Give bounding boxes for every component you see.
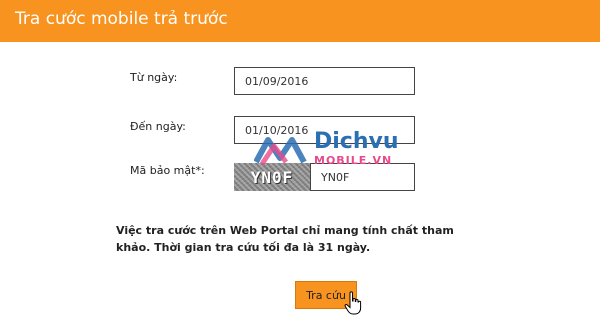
watermark-top-text: Dichvu <box>314 129 399 154</box>
from-date-label: Từ ngày: <box>130 71 178 84</box>
captcha-image-text: YN0F <box>250 167 294 187</box>
watermark-bottom-text: MOBILE.VN <box>314 154 393 167</box>
captcha-label: Mã bảo mật*: <box>130 164 205 177</box>
page-header: Tra cước mobile trả trước <box>0 0 600 42</box>
to-date-label: Đến ngày: <box>130 120 186 133</box>
hand-pointer-icon <box>344 291 362 319</box>
from-date-input[interactable] <box>234 67 415 95</box>
watermark-logo-icon <box>254 137 307 166</box>
captcha-input[interactable] <box>310 163 415 191</box>
notice-text: Việc tra cước trên Web Portal chỉ mang t… <box>116 224 454 254</box>
page-title: Tra cước mobile trả trước <box>15 9 228 29</box>
